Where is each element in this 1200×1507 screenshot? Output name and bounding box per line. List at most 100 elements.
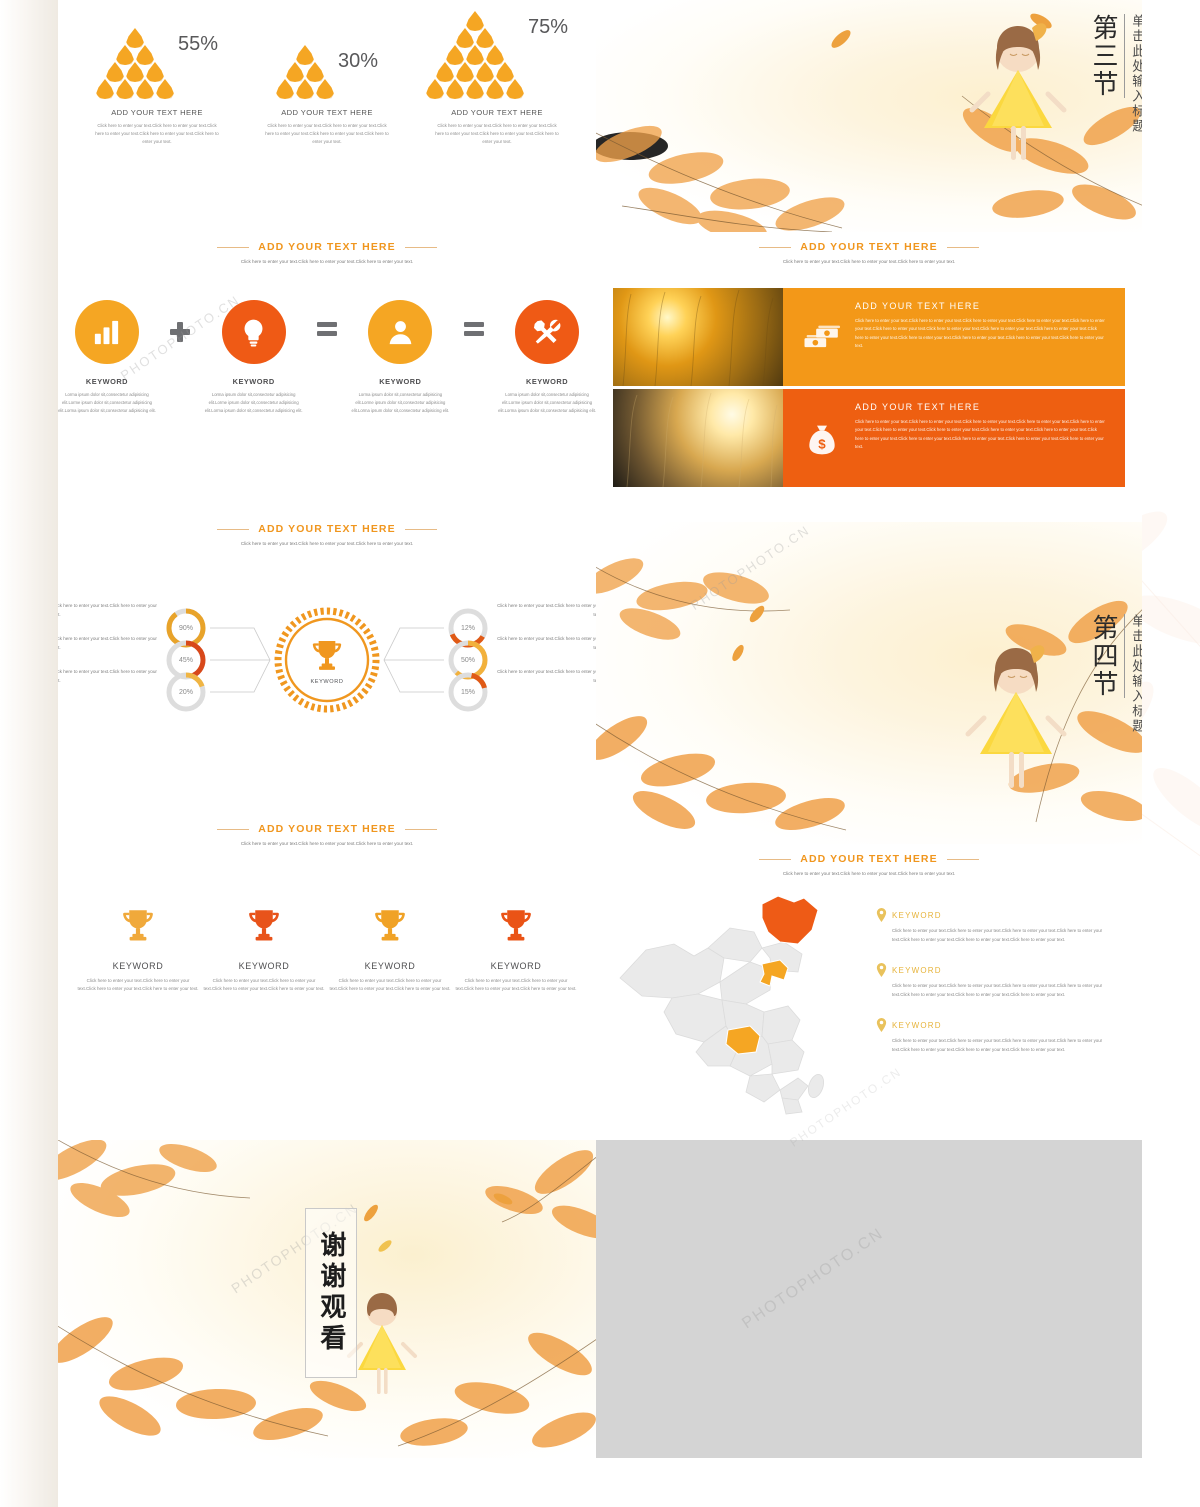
gear-center[interactable]: KEYWORD (271, 604, 383, 716)
pyramid-item-body: Click here to enter your text.Click here… (95, 123, 219, 144)
heading-rule-right (404, 828, 437, 830)
pyramid-3-rows (275, 45, 334, 99)
slide-cover-section4[interactable]: 单击此处添加文字，单击此处添加文字，单击此处添加文字 单击此处输入标题 第四节 (596, 522, 1142, 844)
donut-chart[interactable]: 15% (446, 670, 490, 714)
gear-diagram: 90% Click here to enter your text.Click … (58, 560, 596, 760)
trophy-body: Click here to enter your text.Click here… (329, 978, 451, 992)
map-legend-item[interactable]: KEYWORD Click here to enter your text.Cl… (876, 1018, 1120, 1054)
pyramid-item[interactable]: 75% ADD YOUR TEXT HERE Click here to ent… (422, 11, 572, 146)
gear-center-keyword: KEYWORD (310, 678, 344, 685)
trophy-icon (312, 640, 342, 670)
content-panel[interactable]: $ ADD YOUR TEXT HERE Click here to enter… (613, 389, 1125, 488)
decor-falling-leaf (749, 605, 765, 623)
icon-body: Lorma ipsum dolor sit,consectetur adipis… (204, 392, 303, 413)
map-highlight-shandong (759, 959, 789, 987)
user-icon (368, 300, 433, 365)
pyramid-item[interactable]: 55% ADD YOUR TEXT HERE Click here to ent… (82, 28, 232, 146)
lightbulb-icon (221, 300, 286, 365)
heading-subtext: Click here to enter your text.Click here… (240, 259, 414, 264)
pyramid-item[interactable]: 30% ADD YOUR TEXT HERE Click here to ent… (252, 45, 402, 146)
wheat-stalks-decor (622, 289, 774, 387)
section-heading: ADD YOUR TEXT HERE Click here to enter y… (596, 844, 1142, 878)
slide-image-panels[interactable]: ADD YOUR TEXT HERE Click here to enter y… (596, 232, 1142, 522)
icon-cell[interactable]: KEYWORD Lorma ipsum dolor sit,consectetu… (58, 300, 156, 414)
heading-subtext: Click here to enter your text.Click here… (782, 259, 956, 264)
right-slide-column: 单击此处添加文字，单击此处添加文字，单击此处添加文字 单击此处输入标题 第三节 (596, 0, 1142, 1134)
heading-rule-left (217, 246, 250, 248)
panel-body: $ ADD YOUR TEXT HERE Click here to enter… (783, 389, 1125, 488)
location-pin-icon (876, 908, 887, 923)
section-heading: ADD YOUR TEXT HERE Click here to enter y… (58, 814, 596, 848)
donut-chart[interactable]: 20% (164, 670, 208, 714)
icon-cell[interactable]: KEYWORD Lorma ipsum dolor sit,consectetu… (498, 300, 596, 414)
donut-caption: Click here to enter your text.Click here… (58, 603, 157, 617)
trophy-body: Click here to enter your text.Click here… (77, 978, 199, 992)
cover-section-number: 第四节 (1089, 614, 1125, 698)
cover-subtitle: 单击此处输入标题 (1130, 14, 1142, 134)
money-bag-icon: $ (799, 402, 845, 477)
bottom-slide-row: 谢谢观看 (58, 1140, 1142, 1458)
donut-value: 20% (178, 688, 193, 696)
page-left-margin (0, 0, 58, 1507)
slide-cover-section3[interactable]: 单击此处添加文字，单击此处添加文字，单击此处添加文字 单击此处输入标题 第三节 (596, 0, 1142, 232)
map-legend-body: Click here to enter your text.Click here… (892, 928, 1103, 942)
map-legend-item[interactable]: KEYWORD Click here to enter your text.Cl… (876, 963, 1120, 999)
donut-value: 15% (460, 688, 475, 696)
decor-leaf-sprig (58, 1140, 251, 1218)
map-and-legend: KEYWORD Click here to enter your text.Cl… (596, 886, 1142, 1116)
china-map[interactable] (612, 886, 870, 1116)
equals-icon (463, 322, 484, 337)
slide-icon-equation[interactable]: ADD YOUR TEXT HERE Click here to enter y… (58, 232, 596, 514)
icon-cell[interactable]: KEYWORD Lorma ipsum dolor sit,consectetu… (351, 300, 449, 414)
pyramid-item-label: ADD YOUR TEXT HERE (451, 108, 543, 117)
heading-title: ADD YOUR TEXT HERE (800, 241, 938, 253)
trophy-icon (123, 910, 153, 941)
trophy-body: Click here to enter your text.Click here… (455, 978, 577, 992)
trophy-cell[interactable]: KEYWORD Click here to enter your text.Cl… (203, 904, 325, 994)
slide-trophy-row[interactable]: ADD YOUR TEXT HERE Click here to enter y… (58, 814, 596, 1104)
trophy-cell[interactable]: KEYWORD Click here to enter your text.Cl… (77, 904, 199, 994)
cover-section-number: 第三节 (1089, 14, 1125, 98)
map-legend-body: Click here to enter your text.Click here… (892, 1038, 1103, 1052)
cover-title-block: 单击此处添加文字，单击此处添加文字，单击此处添加文字 单击此处输入标题 第三节 (822, 14, 1142, 134)
slide-gear-donuts[interactable]: ADD YOUR TEXT HERE Click here to enter y… (58, 514, 596, 814)
map-legend-body: Click here to enter your text.Click here… (892, 983, 1103, 997)
heading-title: ADD YOUR TEXT HERE (258, 523, 396, 535)
cover-title-block: 单击此处添加文字，单击此处添加文字，单击此处添加文字 单击此处输入标题 第四节 (822, 614, 1142, 734)
pyramid-graphic-and-value: 55% (82, 28, 232, 99)
trophy-cell[interactable]: KEYWORD Click here to enter your text.Cl… (455, 904, 577, 994)
china-map-svg (619, 895, 825, 1115)
heading-rule-right (404, 528, 437, 530)
map-legend-item[interactable]: KEYWORD Click here to enter your text.Cl… (876, 908, 1120, 944)
panel-copy: Click here to enter your text.Click here… (855, 318, 1105, 349)
pyramid-percent-value: 55% (177, 33, 219, 55)
heading-subtext: Click here to enter your text.Click here… (240, 841, 414, 846)
slide-pyramid-percent[interactable]: 55% ADD YOUR TEXT HERE Click here to ent… (58, 0, 596, 232)
section-heading: ADD YOUR TEXT HERE Click here to enter y… (596, 232, 1142, 266)
trophy-cell[interactable]: KEYWORD Click here to enter your text.Cl… (329, 904, 451, 994)
trophy-keyword: KEYWORD (490, 961, 542, 972)
operator-equals (309, 300, 346, 341)
decor-falling-leaf (493, 1193, 513, 1205)
decor-falling-leaf (378, 1240, 392, 1252)
trophy-icon (249, 910, 279, 941)
pyramid-4-rows (95, 28, 174, 99)
pyramid-5-rows (425, 11, 524, 99)
content-panel[interactable]: ADD YOUR TEXT HERE Click here to enter y… (613, 288, 1125, 387)
pyramid-graphic-and-value: 30% (252, 45, 402, 99)
decor-falling-leaf (364, 1204, 378, 1222)
svg-text:$: $ (818, 436, 826, 451)
heading-title: ADD YOUR TEXT HERE (800, 853, 938, 865)
icon-cell[interactable]: KEYWORD Lorma ipsum dolor sit,consectetu… (205, 300, 303, 414)
pyramid-percent-value: 75% (527, 16, 569, 38)
map-legend-keyword: KEYWORD (892, 1020, 942, 1030)
heading-rule-left (759, 246, 792, 248)
slide-china-map[interactable]: ADD YOUR TEXT HERE Click here to enter y… (596, 844, 1142, 1134)
heading-title: ADD YOUR TEXT HERE (258, 823, 396, 835)
slide-thank-you[interactable]: 谢谢观看 (58, 1140, 596, 1458)
donut-caption: Click here to enter your text.Click here… (497, 603, 596, 617)
trophy-body: Click here to enter your text.Click here… (203, 978, 325, 992)
page-right-margin (1069, 0, 1200, 1507)
trophy-icon (375, 910, 405, 941)
decor-falling-leaf (732, 644, 744, 662)
